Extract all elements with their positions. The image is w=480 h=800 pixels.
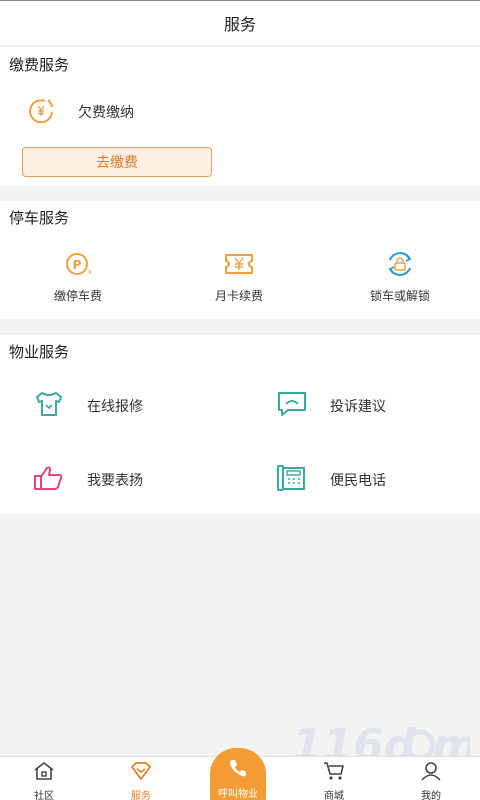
- arrears-payment-item[interactable]: 欠费缴纳: [26, 97, 134, 127]
- property-section: 物业服务 在线报修 投诉建议 我要表扬 便民电话: [0, 335, 480, 514]
- monthly-card-label: 月卡续费: [214, 289, 263, 303]
- nav-label-mine: 我的: [421, 791, 441, 800]
- parking-section-title: 停车服务: [9, 209, 70, 227]
- service-icon: [130, 761, 152, 785]
- nav-label-service: 服务: [131, 791, 151, 800]
- parking-fee-icon: P ¥: [63, 251, 93, 281]
- svg-text:P: P: [73, 258, 82, 272]
- parking-fee-item[interactable]: P ¥ 缴停车费: [18, 251, 138, 304]
- call-property-button[interactable]: 呼叫物业: [210, 748, 266, 800]
- user-icon: [420, 761, 442, 785]
- praise-item[interactable]: 我要表扬: [33, 464, 143, 496]
- online-repair-label: 在线报修: [87, 399, 143, 415]
- parking-fee-label: 缴停车费: [53, 289, 102, 303]
- svg-text:¥: ¥: [88, 269, 92, 276]
- parking-section: 停车服务 P ¥ 缴停车费 月卡续费 锁车或解锁: [0, 201, 480, 319]
- yen-coin-icon: [26, 97, 56, 127]
- car-lock-label: 锁车或解锁: [369, 289, 430, 303]
- phone-icon: [228, 758, 248, 782]
- complaint-label: 投诉建议: [330, 399, 386, 415]
- thumbs-up-icon: [33, 464, 65, 496]
- home-icon: [33, 761, 55, 785]
- nav-label-mall: 商城: [324, 791, 344, 800]
- payment-section-title: 缴费服务: [9, 56, 70, 74]
- go-pay-button[interactable]: 去缴费: [22, 147, 212, 177]
- phone-directory-label: 便民电话: [330, 473, 386, 489]
- phone-directory-item[interactable]: 便民电话: [276, 464, 386, 496]
- monthly-card-item[interactable]: 月卡续费: [179, 251, 299, 304]
- complaint-item[interactable]: 投诉建议: [276, 390, 386, 422]
- nav-item-mine[interactable]: 我的: [396, 761, 466, 800]
- arrears-payment-label: 欠费缴纳: [78, 105, 134, 121]
- nav-label-call-property: 呼叫物业: [218, 789, 258, 800]
- phone-directory-icon: [276, 464, 308, 496]
- nav-item-community[interactable]: 社区: [9, 761, 79, 800]
- complaint-icon: [276, 390, 308, 422]
- car-lock-icon: [385, 251, 415, 281]
- page-title: 服务: [223, 15, 256, 34]
- cart-icon: [323, 761, 345, 785]
- repair-icon: [33, 390, 65, 422]
- payment-section: 缴费服务 欠费缴纳 去缴费: [0, 47, 480, 186]
- car-lock-item[interactable]: 锁车或解锁: [340, 251, 460, 304]
- praise-label: 我要表扬: [87, 473, 143, 489]
- monthly-card-icon: [224, 251, 254, 281]
- app-header: 服务: [0, 0, 480, 46]
- nav-item-mall[interactable]: 商城: [299, 761, 369, 800]
- online-repair-item[interactable]: 在线报修: [33, 390, 143, 422]
- nav-item-service[interactable]: 服务: [106, 761, 176, 800]
- property-section-title: 物业服务: [9, 343, 70, 361]
- nav-label-community: 社区: [34, 791, 54, 800]
